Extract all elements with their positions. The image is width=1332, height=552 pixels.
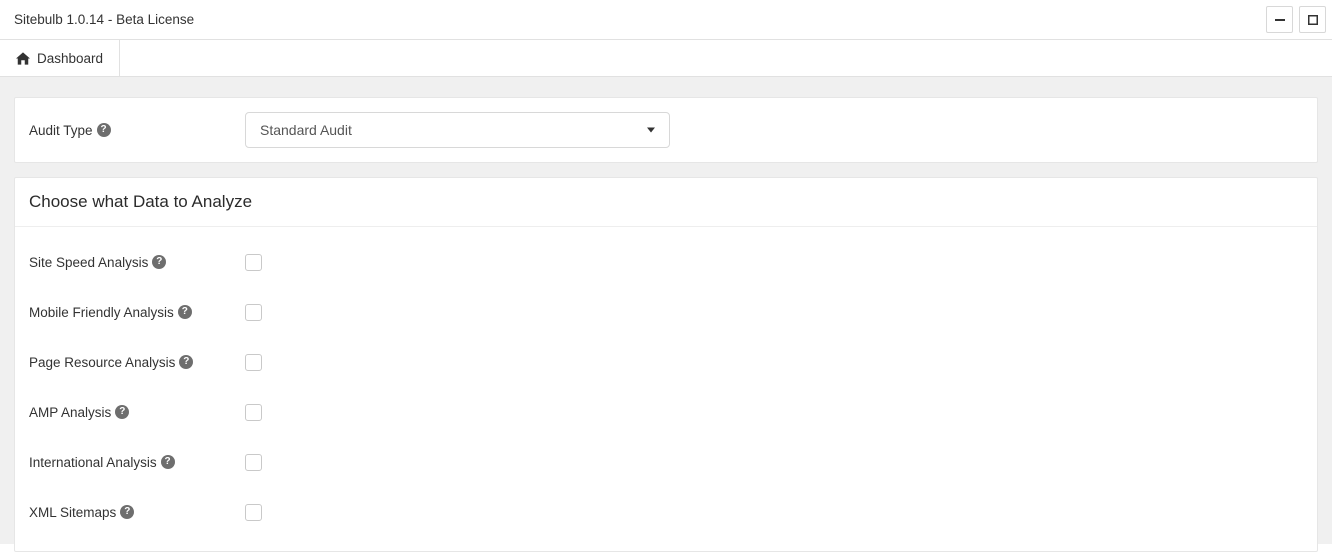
checkbox-xml-sitemaps[interactable]	[245, 504, 262, 521]
home-icon	[16, 52, 30, 65]
checkbox-site-speed[interactable]	[245, 254, 262, 271]
minimize-button[interactable]	[1266, 6, 1293, 33]
option-label-text: International Analysis	[29, 455, 157, 470]
option-label-text: XML Sitemaps	[29, 505, 116, 520]
help-icon[interactable]	[161, 455, 175, 469]
analyze-option-mobile-friendly: Mobile Friendly Analysis	[29, 287, 1303, 337]
analyze-option-amp: AMP Analysis	[29, 387, 1303, 437]
window-controls	[1266, 6, 1326, 33]
nav-item-dashboard[interactable]: Dashboard	[0, 40, 120, 76]
content-area: Audit Type Standard Audit Choose what Da…	[0, 77, 1332, 544]
help-icon[interactable]	[97, 123, 111, 137]
audit-type-label-text: Audit Type	[29, 123, 93, 138]
help-icon[interactable]	[120, 505, 134, 519]
titlebar: Sitebulb 1.0.14 - Beta License	[0, 0, 1332, 40]
checkbox-amp[interactable]	[245, 404, 262, 421]
help-icon[interactable]	[152, 255, 166, 269]
analyze-panel: Choose what Data to Analyze Site Speed A…	[14, 177, 1318, 552]
analyze-option-page-resource: Page Resource Analysis	[29, 337, 1303, 387]
nav-item-label: Dashboard	[37, 51, 103, 66]
analyze-option-xml-sitemaps: XML Sitemaps	[29, 487, 1303, 537]
analyze-option-international: International Analysis	[29, 437, 1303, 487]
audit-type-selected: Standard Audit	[260, 122, 352, 138]
chevron-down-icon	[647, 128, 655, 133]
checkbox-international[interactable]	[245, 454, 262, 471]
help-icon[interactable]	[179, 355, 193, 369]
navbar: Dashboard	[0, 40, 1332, 77]
analyze-heading: Choose what Data to Analyze	[15, 178, 1317, 227]
checkbox-page-resource[interactable]	[245, 354, 262, 371]
checkbox-mobile-friendly[interactable]	[245, 304, 262, 321]
app-title: Sitebulb 1.0.14 - Beta License	[14, 12, 194, 27]
option-label-text: Page Resource Analysis	[29, 355, 175, 370]
option-label-text: Site Speed Analysis	[29, 255, 148, 270]
minimize-icon	[1275, 15, 1285, 25]
help-icon[interactable]	[115, 405, 129, 419]
maximize-icon	[1308, 15, 1318, 25]
audit-type-label: Audit Type	[29, 123, 245, 138]
audit-type-select[interactable]: Standard Audit	[245, 112, 670, 148]
maximize-button[interactable]	[1299, 6, 1326, 33]
option-label-text: Mobile Friendly Analysis	[29, 305, 174, 320]
analyze-option-site-speed: Site Speed Analysis	[29, 237, 1303, 287]
audit-type-panel: Audit Type Standard Audit	[14, 97, 1318, 163]
option-label-text: AMP Analysis	[29, 405, 111, 420]
help-icon[interactable]	[178, 305, 192, 319]
